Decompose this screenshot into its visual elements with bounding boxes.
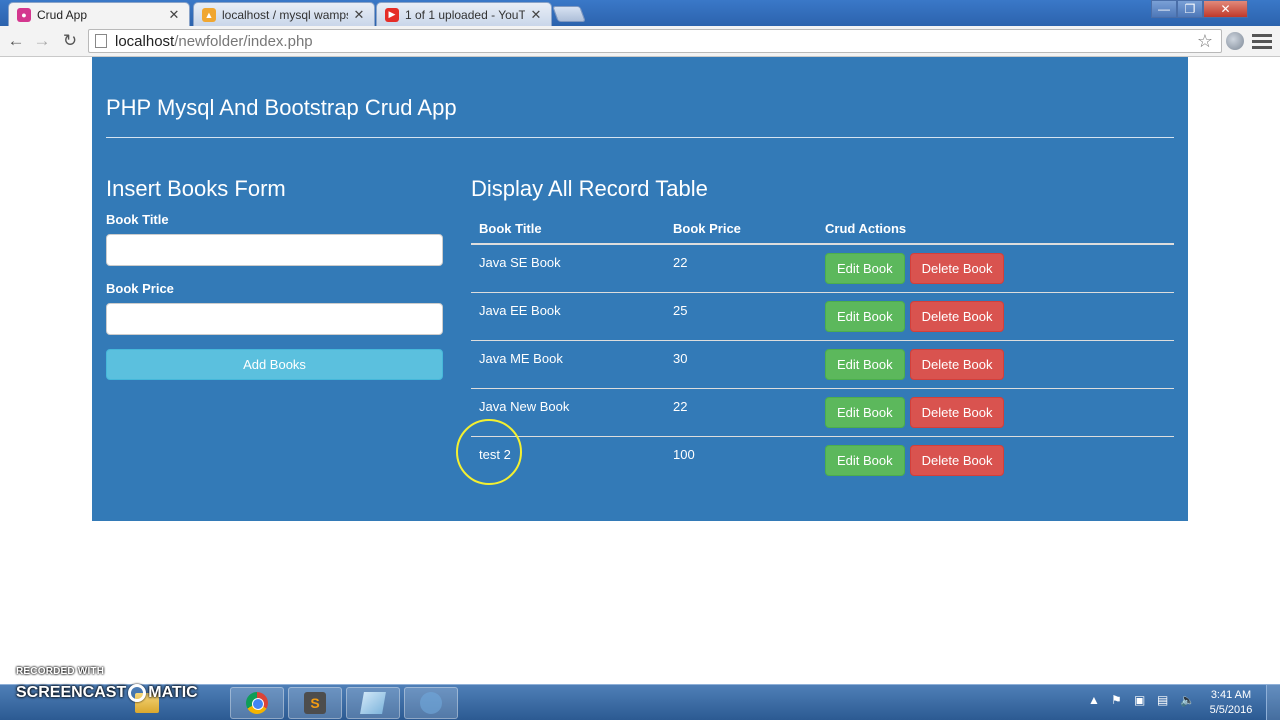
app-icon [420,692,442,714]
forward-arrow-icon[interactable]: → [30,30,54,52]
book-title-cell: Java EE Book [479,303,561,318]
book-title-label: Book Title [106,212,169,227]
watermark-text-left: SCREENCAST [16,684,127,701]
show-hidden-icons-icon[interactable]: ▲ [1088,693,1102,707]
column-header-title: Book Title [479,221,542,236]
back-arrow-icon[interactable]: ← [4,30,28,52]
network-icon[interactable]: ▤ [1157,693,1171,707]
tab-close-icon[interactable]: ✕ [352,7,366,23]
tab-phpmyadmin[interactable]: ▲ localhost / mysql wampse ✕ [193,2,375,26]
book-price-cell: 30 [673,351,688,366]
delete-book-button[interactable]: Delete Book [909,301,1005,332]
table-row: test 2 100 Edit Book Delete Book [471,437,1174,485]
address-bar[interactable]: localhost/newfolder/index.php ☆ [88,29,1222,53]
watermark-dot-icon [128,684,147,702]
book-price-cell: 22 [673,399,688,414]
reload-icon[interactable]: ↻ [58,30,82,52]
url-host: localhost [115,32,175,50]
system-tray: ▲ ⚑ ▣ ▤ 🔈 [1088,693,1195,707]
taskbar-sublime[interactable]: S [288,687,342,719]
tab-youtube[interactable]: ▶ 1 of 1 uploaded - YouTube ✕ [376,2,552,26]
watermark-logo: SCREENCAST MATIC [16,684,198,702]
book-title-cell: Java ME Book [479,351,563,366]
records-table: Book Title Book Price Crud Actions Java … [471,215,1174,485]
table-header-row: Book Title Book Price Crud Actions [471,215,1174,245]
page-icon [95,34,107,48]
book-price-label: Book Price [106,281,174,296]
extension-icon[interactable] [1226,32,1244,50]
volume-icon[interactable]: 🔈 [1180,693,1195,707]
table-row: Java EE Book 25 Edit Book Delete Book [471,293,1174,341]
book-title-cell: Java SE Book [479,255,561,270]
screen-icon[interactable]: ▣ [1134,693,1148,707]
show-desktop-button[interactable] [1266,685,1280,720]
watermark-caption: RECORDED WITH [16,666,105,677]
book-title-input[interactable] [106,234,443,266]
row-actions: Edit Book Delete Book [825,445,1005,476]
edit-book-button[interactable]: Edit Book [825,253,905,284]
youtube-favicon-icon: ▶ [385,7,399,22]
table-row: Java SE Book 22 Edit Book Delete Book [471,245,1174,293]
table-row: Java ME Book 30 Edit Book Delete Book [471,341,1174,389]
book-title-cell: Java New Book [479,399,570,414]
row-actions: Edit Book Delete Book [825,253,1005,284]
minimize-icon[interactable]: — [1151,0,1177,18]
sublime-text-icon: S [304,692,326,714]
book-price-cell: 25 [673,303,688,318]
row-actions: Edit Book Delete Book [825,301,1005,332]
tab-title: localhost / mysql wampse [222,7,348,22]
maximize-icon[interactable]: ❐ [1177,0,1203,18]
delete-book-button[interactable]: Delete Book [909,349,1005,380]
row-actions: Edit Book Delete Book [825,397,1005,428]
row-actions: Edit Book Delete Book [825,349,1005,380]
add-books-button[interactable]: Add Books [106,349,443,380]
edit-book-button[interactable]: Edit Book [825,349,905,380]
clock-time: 3:41 AM [1210,689,1252,701]
window-icon [360,692,386,714]
edit-book-button[interactable]: Edit Book [825,445,905,476]
url-path: /newfolder/index.php [174,32,313,50]
edit-book-button[interactable]: Edit Book [825,301,905,332]
chrome-icon [246,692,268,714]
tab-crud-app[interactable]: ● Crud App ✕ [8,2,190,26]
delete-book-button[interactable]: Delete Book [909,253,1005,284]
taskbar-chrome[interactable] [230,687,284,719]
watermark-text-right: MATIC [148,684,198,701]
form-heading: Insert Books Form [106,176,286,201]
tab-title: Crud App [37,7,88,22]
app-container: PHP Mysql And Bootstrap Crud App Insert … [92,57,1188,521]
cursor-highlight-ring [456,419,522,485]
tab-close-icon[interactable]: ✕ [529,7,543,23]
window-close-icon[interactable]: ✕ [1203,0,1248,18]
title-divider [106,137,1174,138]
taskbar-app[interactable] [404,687,458,719]
taskbar-clock[interactable]: 3:41 AM 5/5/2016 [1200,688,1262,718]
delete-book-button[interactable]: Delete Book [909,397,1005,428]
table-heading: Display All Record Table [471,176,708,201]
edit-book-button[interactable]: Edit Book [825,397,905,428]
book-price-cell: 22 [673,255,688,270]
flag-icon[interactable]: ⚑ [1111,693,1125,707]
delete-book-button[interactable]: Delete Book [909,445,1005,476]
book-price-cell: 100 [673,447,695,462]
new-tab-button[interactable] [552,6,586,22]
browser-toolbar: ← → ↻ localhost/newfolder/index.php ☆ [0,26,1280,57]
column-header-actions: Crud Actions [825,221,907,236]
clock-date: 5/5/2016 [1209,704,1253,716]
page-title: PHP Mysql And Bootstrap Crud App [106,95,457,120]
browser-menu-icon[interactable] [1252,32,1272,50]
tab-title: 1 of 1 uploaded - YouTube [405,7,525,22]
app-favicon-icon: ● [17,7,31,22]
bookmark-star-icon[interactable]: ☆ [1197,31,1213,52]
taskbar-window[interactable] [346,687,400,719]
column-header-price: Book Price [673,221,741,236]
table-row: Java New Book 22 Edit Book Delete Book [471,389,1174,437]
phpmyadmin-favicon-icon: ▲ [202,7,216,22]
book-price-input[interactable] [106,303,443,335]
tab-close-icon[interactable]: ✕ [167,7,181,23]
browser-tab-bar: ● Crud App ✕ ▲ localhost / mysql wampse … [0,0,1280,26]
